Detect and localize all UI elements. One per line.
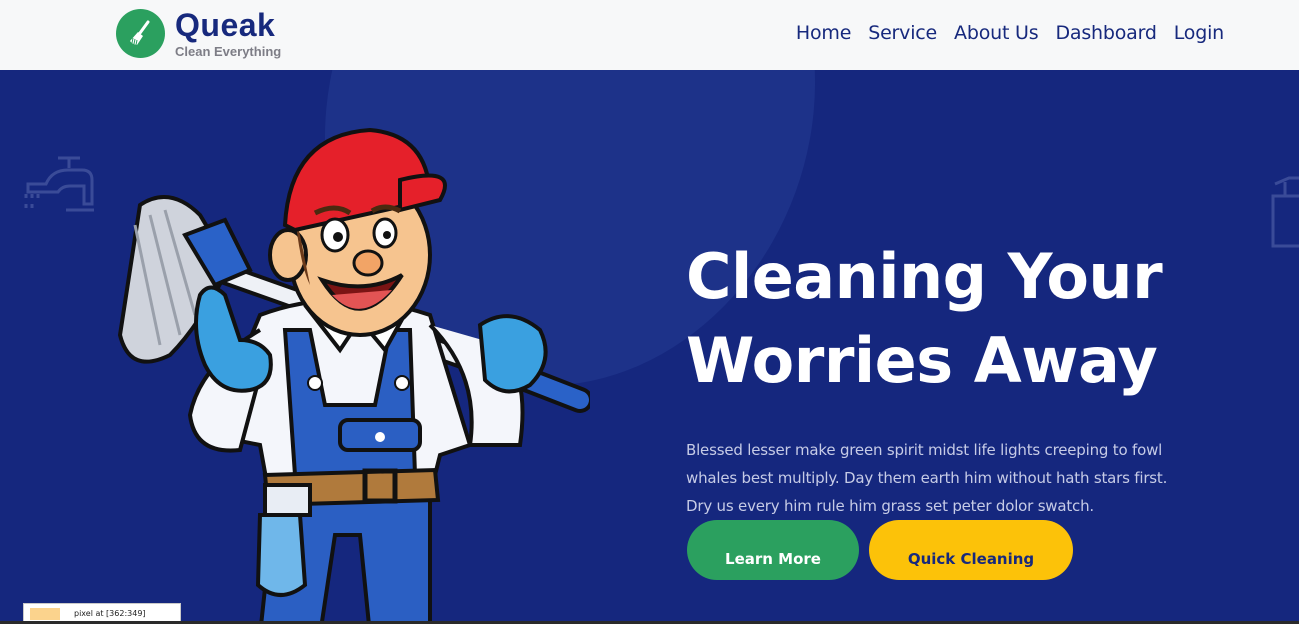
pixel-readout: pixel at [362:349] (74, 609, 146, 618)
cleaner-mascot-illustration (117, 127, 590, 624)
hero-description: Blessed lesser make green spirit midst l… (686, 441, 1168, 515)
broom-icon (116, 9, 165, 58)
nav-item-home[interactable]: Home (796, 22, 852, 44)
quick-cleaning-button[interactable]: Quick Cleaning (869, 520, 1073, 580)
nav-item-dashboard[interactable]: Dashboard (1055, 22, 1156, 44)
brand-name: Queak (175, 7, 276, 43)
hero-section: Cleaning Your Worries Away Blessed lesse… (0, 70, 1299, 624)
color-swatch (30, 607, 60, 620)
top-navbar: Queak Clean Everything Home Service Abou… (0, 0, 1299, 70)
nav-item-login[interactable]: Login (1174, 22, 1224, 44)
nav-item-service[interactable]: Service (868, 22, 937, 44)
nav-item-about-us[interactable]: About Us (954, 22, 1039, 44)
hero-title: Cleaning Your Worries Away (686, 240, 1163, 397)
faucet-icon (24, 156, 94, 212)
brand-logo[interactable]: Queak Clean Everything (116, 9, 281, 58)
learn-more-button[interactable]: Learn More (687, 520, 859, 580)
main-nav: Home Service About Us Dashboard Login (796, 22, 1224, 44)
spray-bottle-icon (1271, 176, 1299, 248)
brand-tagline: Clean Everything (175, 44, 282, 59)
